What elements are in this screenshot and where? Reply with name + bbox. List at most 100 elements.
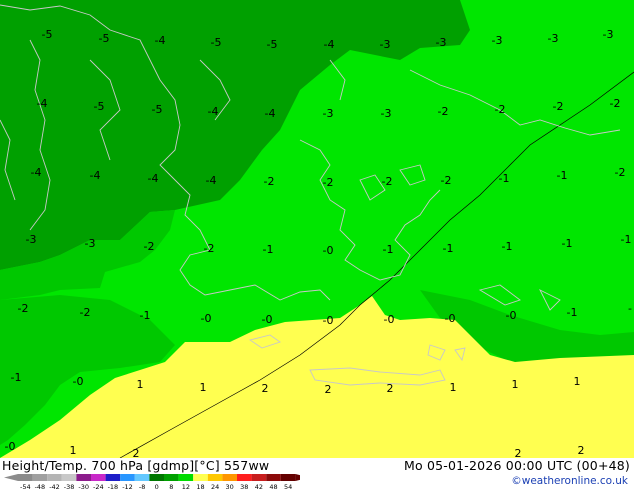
temperature-label: -3 <box>26 233 37 246</box>
legend-tick-label: -42 <box>49 483 60 490</box>
temperature-label: -1 <box>383 243 394 256</box>
legend-swatch <box>18 474 33 481</box>
temperature-label: 2 <box>387 382 394 395</box>
temperature-label: -2 <box>610 97 621 110</box>
temperature-label: -2 <box>441 174 452 187</box>
temperature-label: -4 <box>208 105 219 118</box>
temperature-label: -0 <box>323 314 334 327</box>
temperature-label: -3 <box>548 32 559 45</box>
temperature-label: -5 <box>42 28 53 41</box>
temperature-label: -0 <box>201 312 212 325</box>
temperature-label: -4 <box>90 169 101 182</box>
legend-swatch <box>47 474 62 481</box>
legend-swatch <box>237 474 252 481</box>
temperature-label: -1 <box>263 243 274 256</box>
credit-link[interactable]: ©weatheronline.co.uk <box>511 475 628 487</box>
legend-swatch <box>149 474 164 481</box>
legend-swatch <box>222 474 237 481</box>
temperature-label: 1 <box>200 381 207 394</box>
weather-map: -5 -5 -4 -5 -5 -4 -3 -3 -3 -3 -3 -4 -5 -5 -4 -4 -3 -3 -2 -2… <box>0 0 634 458</box>
temperature-label: 1 <box>574 375 581 388</box>
temperature-label: -4 <box>37 97 48 110</box>
temperature-label: -0 <box>506 309 517 322</box>
temperature-label: -0 <box>5 440 16 453</box>
color-scale-legend: -54 -48 -42 -38 -30 -24 -18 -12 -8 0 8 12 18 24 30 38 42… <box>0 471 310 494</box>
legend-tick-label: 12 <box>182 483 190 490</box>
legend-swatch <box>280 474 296 481</box>
legend-swatch <box>251 474 267 481</box>
legend-swatch <box>178 474 194 481</box>
legend-tick-label: 0 <box>155 483 159 490</box>
temperature-label: -2 <box>615 166 626 179</box>
temperature-label: 2 <box>578 444 585 457</box>
temperature-label: 1 <box>70 444 77 457</box>
temperature-label: -0 <box>323 244 334 257</box>
temperature-label: - <box>628 302 632 315</box>
temperature-label: -1 <box>443 242 454 255</box>
temperature-label: -3 <box>380 38 391 51</box>
temperature-label: 2 <box>325 383 332 396</box>
temperature-label: 2 <box>262 382 269 395</box>
legend-tick-label: -54 <box>20 483 31 490</box>
temperature-label: 1 <box>450 381 457 394</box>
temperature-label: -1 <box>562 237 573 250</box>
temperature-label: -3 <box>323 107 334 120</box>
legend-swatch <box>105 474 121 481</box>
temperature-label: -1 <box>557 169 568 182</box>
legend-tick-label: -18 <box>108 483 119 490</box>
temperature-label: -2 <box>144 240 155 253</box>
temperature-label: -1 <box>502 240 513 253</box>
temperature-label: -5 <box>99 32 110 45</box>
legend-tick-label: 18 <box>196 483 204 490</box>
legend-swatch <box>164 474 179 481</box>
temperature-label: -4 <box>31 166 42 179</box>
temperature-label: -2 <box>495 103 506 116</box>
temperature-label: 2 <box>133 447 140 458</box>
temperature-label: -3 <box>492 34 503 47</box>
legend-swatch <box>32 474 48 481</box>
temperature-label: -2 <box>264 175 275 188</box>
temperature-label: -0 <box>262 313 273 326</box>
temperature-label: -2 <box>438 105 449 118</box>
legend-tick-label: -38 <box>64 483 75 490</box>
temperature-label: -3 <box>381 107 392 120</box>
temperature-label: 1 <box>137 378 144 391</box>
temperature-label: -2 <box>18 302 29 315</box>
map-canvas: -5 -5 -4 -5 -5 -4 -3 -3 -3 -3 -3-4 -5 -5 -4 -4 -3 -3 -2 -2… <box>0 0 634 458</box>
legend-swatch <box>134 474 150 481</box>
temperature-label: -0 <box>73 375 84 388</box>
forecast-datetime: Mo 05-01-2026 00:00 UTC (00+48) <box>403 458 630 473</box>
temperature-label: -2 <box>323 176 334 189</box>
temperature-label: -4 <box>148 172 159 185</box>
legend-swatch <box>193 474 208 481</box>
legend-left-arrow <box>4 474 18 481</box>
legend-svg: -54 -48 -42 -38 -30 -24 -18 -12 -8 0 8 12 18 24 30 38 42… <box>4 474 310 491</box>
legend-swatch <box>61 474 77 481</box>
legend-tick-label: 24 <box>211 483 219 490</box>
legend-swatch <box>266 474 281 481</box>
legend-tick-label: 38 <box>240 483 248 490</box>
temperature-label: -3 <box>85 237 96 250</box>
legend-tick-label: 42 <box>255 483 263 490</box>
footer-bar: Height/Temp. 700 hPa [gdmp][°C] 557ww Mo… <box>0 458 634 491</box>
legend-tick-label: -24 <box>93 483 104 490</box>
legend-swatch <box>207 474 223 481</box>
legend-right-arrow <box>295 474 310 481</box>
temperature-label: -3 <box>436 36 447 49</box>
temperature-label: -0 <box>445 312 456 325</box>
temperature-label: -5 <box>211 36 222 49</box>
legend-tick-label: 48 <box>269 483 277 490</box>
temperature-label: -1 <box>567 306 578 319</box>
temperature-label: -5 <box>152 103 163 116</box>
temperature-label: -3 <box>603 28 614 41</box>
temperature-label: -4 <box>206 174 217 187</box>
temperature-label: -1 <box>499 172 510 185</box>
temperature-label: -2 <box>382 175 393 188</box>
legend-tick-label: -30 <box>78 483 89 490</box>
temperature-label: -0 <box>384 313 395 326</box>
temperature-label: 2 <box>515 447 522 458</box>
temperature-label: -2 <box>204 242 215 255</box>
legend-swatch <box>91 474 106 481</box>
temperature-label: -4 <box>265 107 276 120</box>
legend-tick-label: -8 <box>139 483 145 490</box>
